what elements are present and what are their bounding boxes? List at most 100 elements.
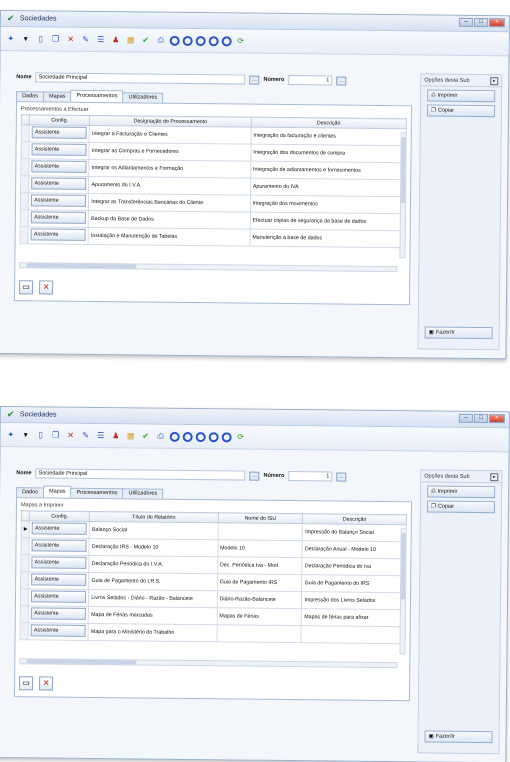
users-icon[interactable]: ♟	[110, 430, 122, 442]
tab-processamentos[interactable]: Processamentos	[70, 89, 124, 103]
row-selector[interactable]	[20, 192, 29, 210]
designacao-cell[interactable]: Apuramento do I.V.A.	[88, 176, 251, 196]
titulo-cell[interactable]: Declaração IRS - Modelo 10	[89, 538, 218, 557]
assistente-button[interactable]: Assistente	[31, 177, 87, 190]
number-field[interactable]: 1	[288, 471, 333, 482]
row-selector[interactable]	[20, 605, 29, 623]
check-icon[interactable]: ✔	[140, 34, 152, 46]
row-selector[interactable]	[20, 588, 29, 606]
titulo-cell[interactable]: Guia de Pagamento do I.R.S.	[88, 572, 218, 591]
circle-icon[interactable]	[169, 431, 180, 442]
name-lookup-button[interactable]: …	[249, 75, 260, 85]
assistente-button[interactable]: Assistente	[30, 228, 86, 241]
descricao-cell[interactable]: Mapas de férias para afixar	[301, 608, 406, 627]
designacao-cell[interactable]: Backup da Base de Dados	[88, 210, 251, 230]
circle-icon[interactable]	[221, 35, 232, 46]
nome-cell[interactable]	[217, 522, 303, 541]
close-button[interactable]: ×	[488, 18, 505, 28]
descricao-cell[interactable]: Efectuar cópias de segurança da base de …	[249, 212, 406, 231]
name-field[interactable]: Sociedade Principal	[35, 468, 246, 481]
row-selector[interactable]	[20, 209, 29, 227]
tab-dados[interactable]: Dados	[16, 487, 45, 498]
circle-icon[interactable]	[195, 35, 206, 46]
list-icon[interactable]: ☰	[95, 429, 107, 441]
nome-cell[interactable]: Guia de Pagamento IRS	[217, 573, 303, 592]
go-button[interactable]: ▣ Fazer/Ir	[424, 730, 493, 744]
delete-row-icon[interactable]: ✕	[39, 280, 54, 295]
copy-button[interactable]: ❐ Copiar	[426, 500, 496, 514]
row-selector[interactable]	[20, 175, 30, 193]
titulo-cell[interactable]: Livros Selados - Diário - Razão - Balanc…	[88, 589, 218, 608]
assistente-button[interactable]: Assistente	[31, 556, 87, 569]
number-lookup-button[interactable]: …	[336, 472, 347, 482]
maximize-button[interactable]: □	[473, 413, 488, 424]
chart-icon[interactable]: ▦	[125, 34, 137, 46]
tab-mapas[interactable]: Mapas	[42, 485, 72, 498]
check-icon[interactable]: ✔	[140, 430, 152, 442]
tab-mapas[interactable]: Mapas	[42, 91, 72, 102]
circle-icon[interactable]	[221, 431, 232, 442]
descricao-cell[interactable]: Integração da facturação e clientes	[250, 127, 407, 146]
horizontal-scrollbar[interactable]	[19, 658, 398, 669]
assistente-button[interactable]: Assistente	[31, 539, 87, 552]
titulo-cell[interactable]: Mapa para o Ministério do Trabalho	[88, 623, 217, 642]
row-selector[interactable]	[20, 158, 30, 176]
vertical-scrollbar[interactable]	[399, 528, 407, 655]
number-field[interactable]: 1	[288, 75, 333, 86]
document-icon[interactable]: ▯	[35, 33, 47, 45]
table-row[interactable]: Assistente Mapa para o Ministério do Trab…	[20, 622, 406, 644]
row-selector[interactable]	[20, 141, 30, 159]
descricao-cell[interactable]: Integração dos movimentos	[250, 195, 406, 214]
edit-icon[interactable]: ✎	[80, 33, 92, 45]
descricao-cell[interactable]: Impressão dos Livros Selados	[301, 591, 406, 610]
print-button[interactable]: ⎙ Imprimir	[427, 89, 496, 103]
nome-cell[interactable]	[216, 624, 302, 643]
assistente-button[interactable]: Assistente	[31, 590, 87, 603]
new-icon[interactable]: ✦	[5, 429, 17, 441]
add-row-icon[interactable]: ▭	[19, 676, 34, 691]
print-button[interactable]: ⎙ Imprimir	[427, 485, 496, 499]
circle-icon[interactable]	[208, 431, 219, 442]
circle-icon[interactable]	[208, 35, 219, 46]
dropdown-icon[interactable]: ▾	[20, 33, 32, 45]
assistente-button[interactable]: Assistente	[31, 607, 87, 620]
descricao-cell[interactable]: Impressão do Balanço Social	[302, 523, 407, 542]
nome-cell[interactable]: Mapas de Férias	[216, 607, 302, 626]
descricao-cell[interactable]: Integração de adiantamentos e fornecimen…	[250, 161, 406, 180]
delete-icon[interactable]: ✕	[65, 429, 77, 441]
row-selector[interactable]	[20, 226, 29, 244]
assistente-button[interactable]: Assistente	[31, 143, 87, 156]
circle-icon[interactable]	[182, 431, 193, 442]
column-header[interactable]: Config.	[29, 510, 90, 522]
assistente-button[interactable]: Assistente	[31, 160, 87, 173]
designacao-cell[interactable]: Instalação e Manutenção de Tabelas	[88, 227, 250, 247]
users-icon[interactable]: ♟	[110, 34, 122, 46]
descricao-cell[interactable]: Declaração Periódica do Iva	[302, 557, 406, 576]
column-header[interactable]: Config.	[29, 114, 90, 126]
descricao-cell[interactable]: Guia de Pagamento do IRS	[302, 574, 406, 593]
list-icon[interactable]: ☰	[95, 33, 107, 45]
titulo-cell[interactable]: Balanço Social	[89, 521, 218, 540]
open-icon[interactable]: ❐	[50, 33, 62, 45]
descricao-cell[interactable]: Declaração Anual - Modelo 10	[302, 540, 407, 559]
close-button[interactable]: ×	[488, 414, 505, 424]
descricao-cell[interactable]: Manutenção à base de dados	[249, 229, 406, 248]
assistente-button[interactable]: Assistente	[30, 624, 86, 637]
assistente-button[interactable]: Assistente	[31, 522, 88, 535]
go-button[interactable]: ▣ Fazer/Ir	[424, 326, 493, 340]
row-selector[interactable]	[21, 124, 30, 142]
chart-icon[interactable]: ▦	[125, 430, 137, 442]
circle-icon[interactable]	[182, 35, 193, 46]
print-icon[interactable]: ⎙	[155, 430, 167, 442]
vertical-scrollbar[interactable]	[399, 132, 407, 259]
tab-dados[interactable]: Dados	[16, 91, 45, 102]
minimize-button[interactable]: –	[458, 17, 473, 27]
designacao-cell[interactable]: Integrar as Transferências Bancárias do …	[88, 193, 251, 213]
row-selector[interactable]	[20, 622, 29, 640]
assistente-button[interactable]: Assistente	[31, 126, 88, 139]
table-row[interactable]: Assistente Instalação e Manutenção de Tab…	[20, 226, 406, 248]
maximize-button[interactable]: □	[473, 17, 488, 28]
assistente-button[interactable]: Assistente	[31, 573, 87, 586]
designacao-cell[interactable]: Integrar os Adiantamentos e Formação	[89, 159, 251, 179]
row-selector[interactable]	[20, 554, 30, 572]
